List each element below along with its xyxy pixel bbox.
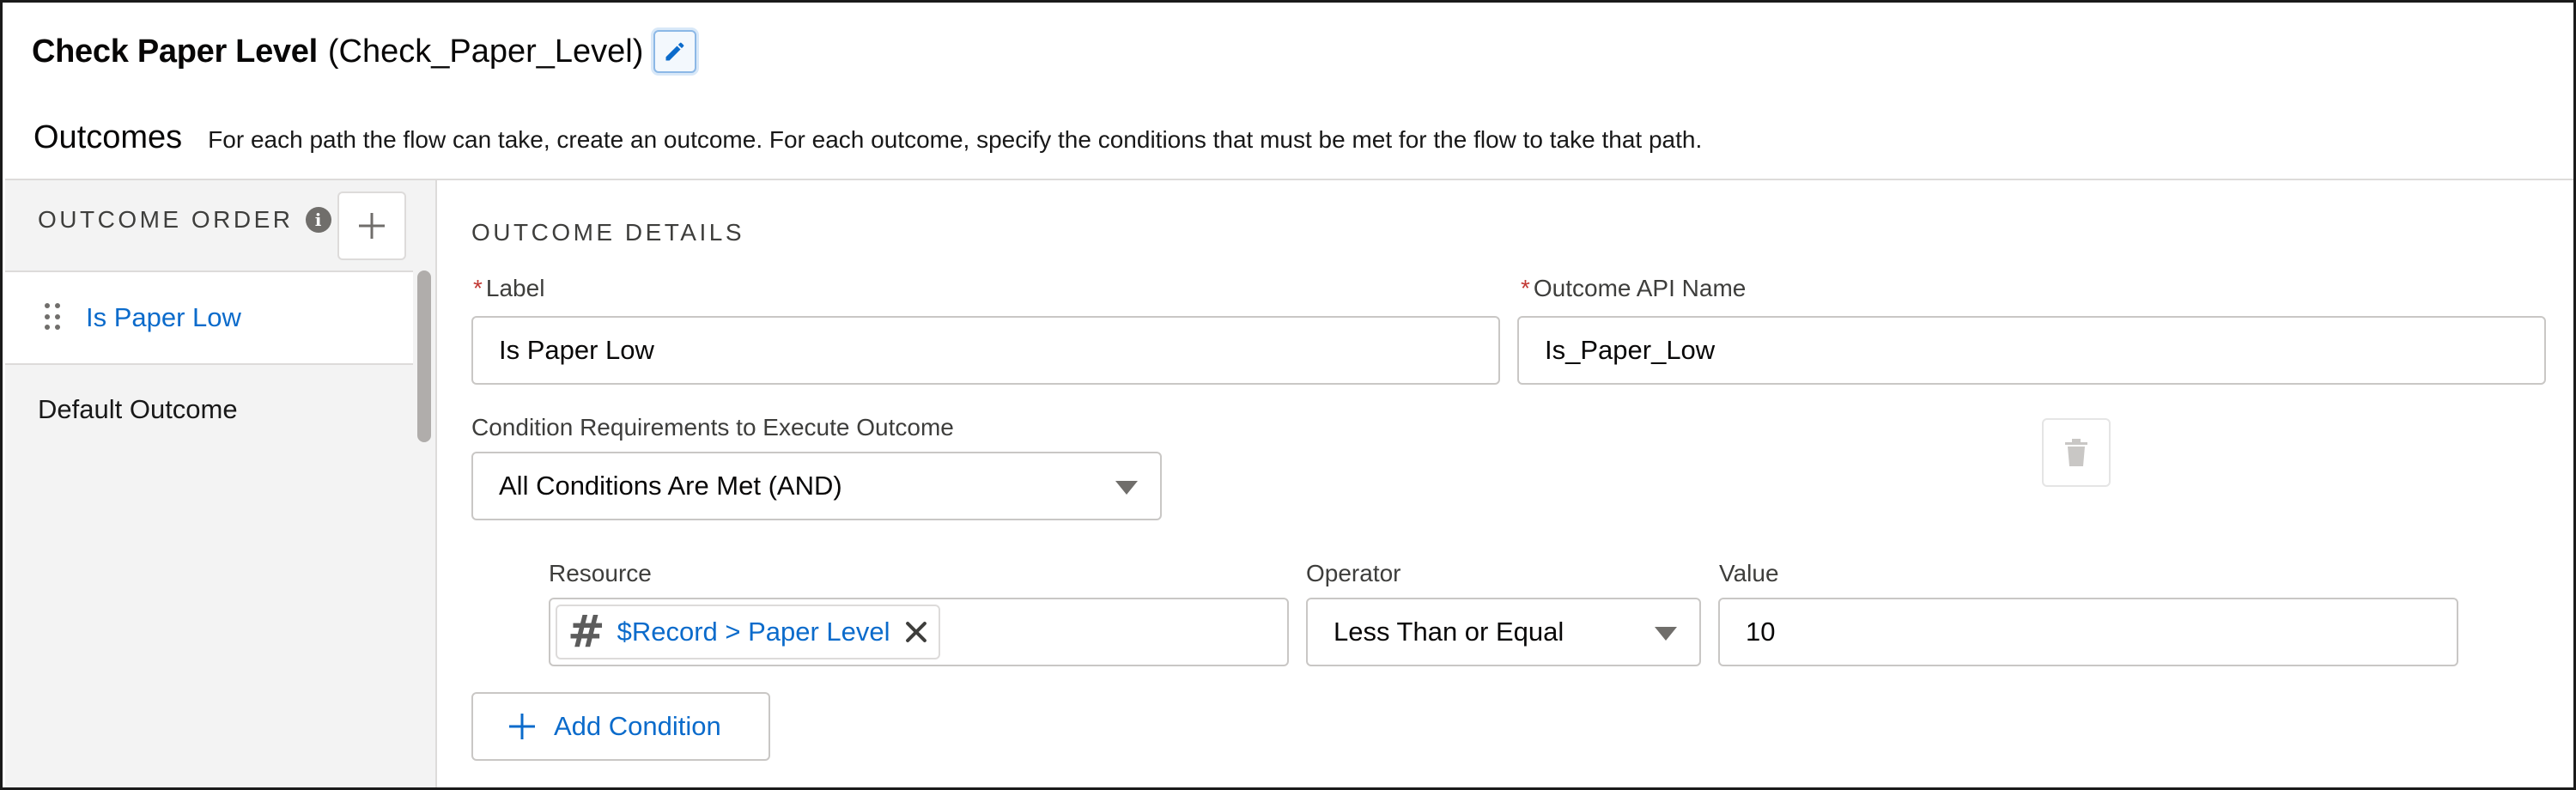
value-label: Value <box>1719 560 1779 586</box>
outcomes-description: For each path the flow can take, create … <box>208 126 1703 153</box>
scrollbar-thumb[interactable] <box>417 270 431 442</box>
edit-button[interactable] <box>653 30 697 73</box>
outcome-item-label: Is Paper Low <box>86 302 241 332</box>
resource-pill-text: $Record > Paper Level <box>617 617 890 647</box>
element-api-name: (Check_Paper_Level) <box>327 33 644 70</box>
plus-icon <box>509 714 535 739</box>
chevron-down-icon <box>1655 627 1677 641</box>
add-condition-button[interactable]: Add Condition <box>471 692 770 761</box>
outcome-item-label: Default Outcome <box>38 394 238 424</box>
label-field-label: * Label <box>473 275 545 301</box>
required-marker: * <box>1521 275 1530 301</box>
condition-requirements-select[interactable]: All Conditions Are Met (AND) <box>471 452 1162 520</box>
label-input[interactable]: Is Paper Low <box>471 316 1500 385</box>
chevron-down-icon <box>1115 481 1138 495</box>
api-name-input[interactable]: Is_Paper_Low <box>1517 316 2546 385</box>
close-icon[interactable] <box>904 620 928 644</box>
drag-handle-icon[interactable] <box>45 303 60 332</box>
resource-label: Resource <box>549 560 652 586</box>
add-condition-label: Add Condition <box>554 711 721 741</box>
flow-builder-decision-panel: Check Paper Level (Check_Paper_Level) Ou… <box>0 0 2576 790</box>
plus-icon <box>359 213 385 239</box>
outcome-item-default[interactable]: Default Outcome <box>5 365 413 454</box>
outcome-order-header: OUTCOME ORDER i <box>38 206 331 234</box>
outcome-item-is-paper-low[interactable]: Is Paper Low <box>5 270 413 365</box>
outcome-details-panel: OUTCOME DETAILS * Label Is Paper Low * Out… <box>437 180 2573 787</box>
resource-input[interactable]: # $Record > Paper Level <box>549 598 1289 666</box>
operator-select[interactable]: Less Than or Equal <box>1306 598 1701 666</box>
delete-condition-button[interactable] <box>2042 418 2111 487</box>
outcome-list: Is Paper Low Default Outcome <box>5 270 413 454</box>
outcome-order-heading: OUTCOME ORDER <box>38 206 294 233</box>
operator-label: Operator <box>1306 560 1401 586</box>
condition-requirements-label: Condition Requirements to Execute Outcom… <box>471 414 954 441</box>
outcomes-title: Outcomes <box>33 119 183 155</box>
pencil-icon <box>665 42 684 61</box>
info-icon[interactable]: i <box>305 207 331 233</box>
number-hash-icon: # <box>568 606 605 658</box>
add-outcome-button[interactable] <box>337 191 406 260</box>
outcome-details-heading: OUTCOME DETAILS <box>471 219 745 246</box>
element-label: Check Paper Level <box>32 33 318 70</box>
outcome-order-sidebar: OUTCOME ORDER i Is Paper Low Default Out… <box>5 180 437 787</box>
outcomes-header: Outcomes For each path the flow can take… <box>33 119 1702 156</box>
sidebar-scrollbar[interactable] <box>417 270 431 455</box>
required-marker: * <box>473 275 483 301</box>
trash-icon <box>2065 439 2087 466</box>
value-input[interactable]: 10 <box>1718 598 2458 666</box>
resource-pill[interactable]: # $Record > Paper Level <box>556 605 940 659</box>
api-name-field-label: * Outcome API Name <box>1521 275 1747 301</box>
element-header: Check Paper Level (Check_Paper_Level) <box>32 30 697 73</box>
